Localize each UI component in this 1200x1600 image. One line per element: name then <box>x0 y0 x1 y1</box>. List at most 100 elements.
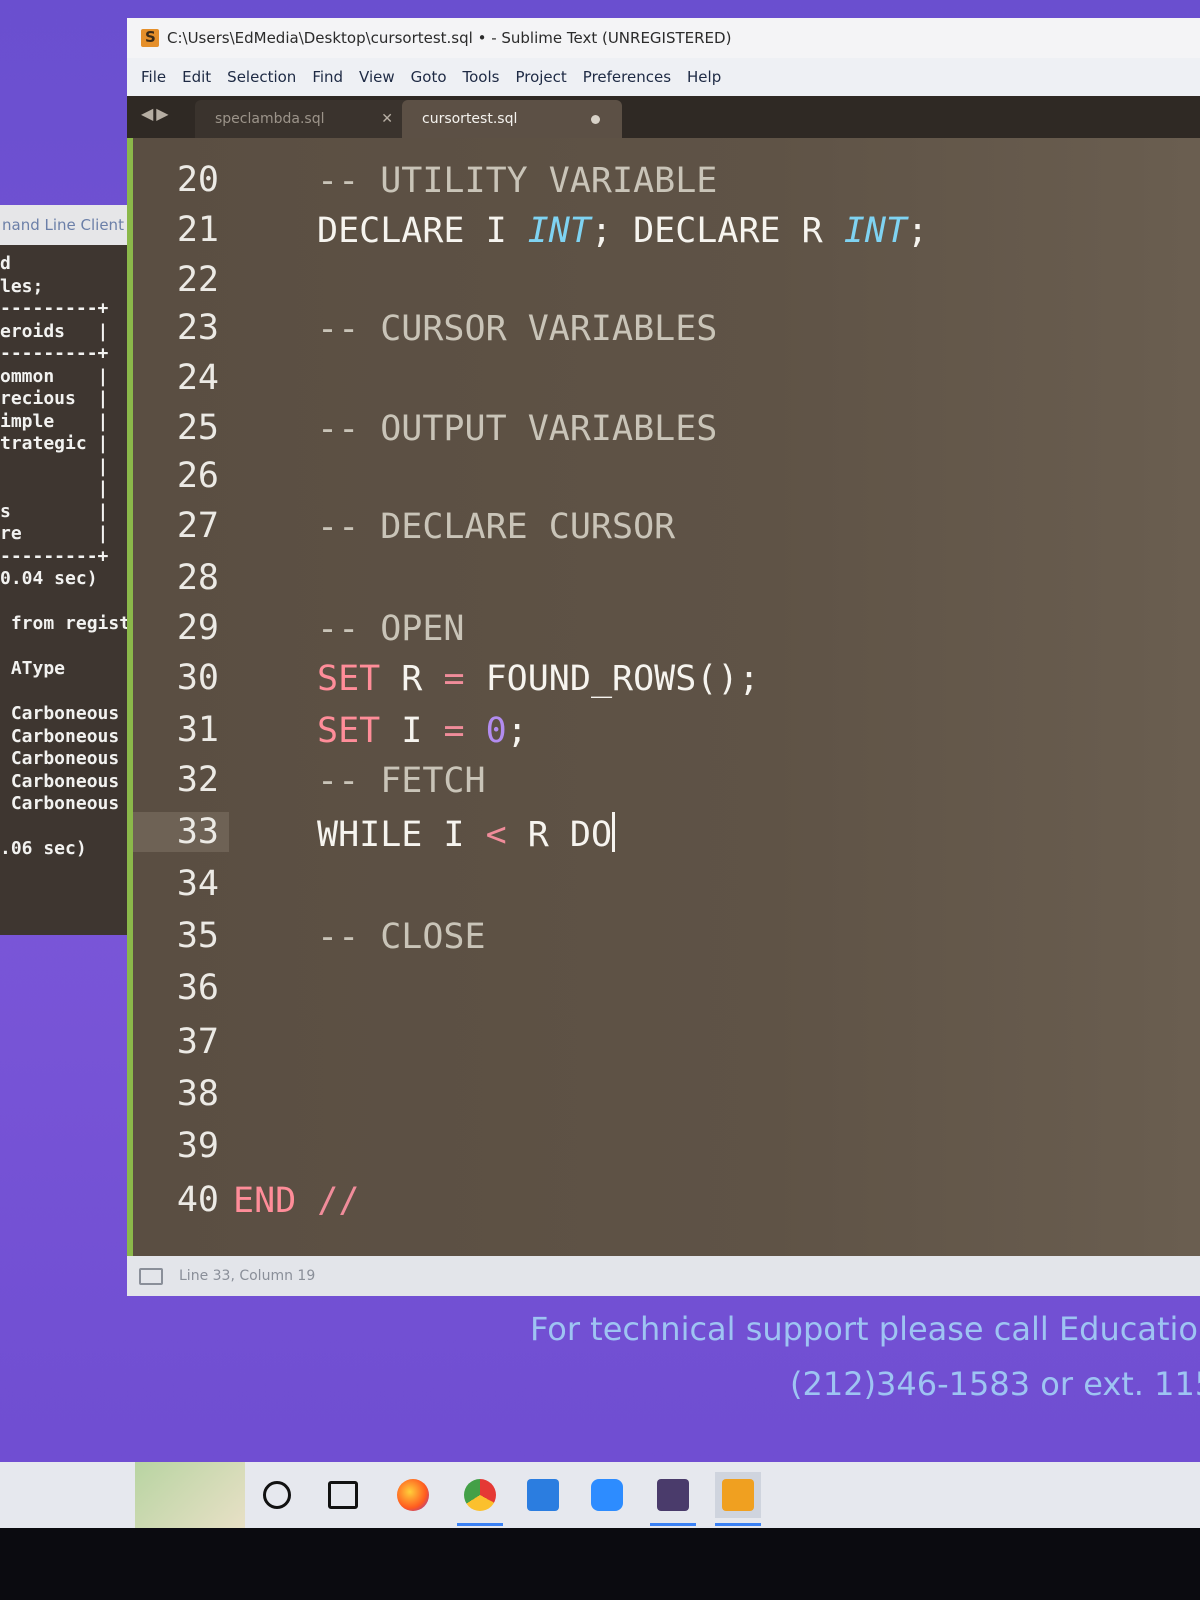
console-line: s | <box>0 500 109 522</box>
line-number: 40 <box>176 1180 219 1220</box>
search-icon[interactable] <box>254 1472 300 1518</box>
code-line-20: -- UTILITY VARIABLE <box>317 160 717 202</box>
start-wallpaper-icon[interactable] <box>135 1462 245 1528</box>
code-token: ; DECLARE R <box>590 211 844 251</box>
console-line: | <box>0 455 109 477</box>
line-number: 39 <box>176 1126 219 1166</box>
keyword-token: END <box>233 1181 297 1221</box>
line-number: 29 <box>176 608 219 648</box>
console-line: Carboneous <box>0 748 120 769</box>
line-number: 32 <box>176 760 219 800</box>
console-output: d les; ---------+ eroids | ---------+ om… <box>0 245 140 861</box>
close-icon[interactable]: ✕ <box>381 111 393 127</box>
text-cursor <box>612 812 616 852</box>
code-line-31: SET I = 0; <box>317 710 528 752</box>
console-line: re | <box>0 523 109 544</box>
active-app-indicator <box>457 1523 503 1526</box>
unsaved-dot-icon[interactable] <box>591 115 600 124</box>
code-line-25: -- OUTPUT VARIABLES <box>317 408 717 450</box>
console-title: nand Line Client <box>0 205 140 245</box>
menu-help[interactable]: Help <box>687 68 721 86</box>
code-line-40: END // <box>233 1180 359 1222</box>
line-number: 28 <box>176 558 219 598</box>
taskbar <box>0 1462 1200 1528</box>
console-line: trategic | <box>0 433 109 454</box>
console-window: nand Line Client d les; ---------+ eroid… <box>0 205 140 935</box>
line-number: 20 <box>176 160 219 200</box>
operator-token: = <box>443 659 465 699</box>
code-line-35: -- CLOSE <box>317 916 486 958</box>
title-bar[interactable]: C:\Users\EdMedia\Desktop\cursortest.sql … <box>127 18 1200 58</box>
code-line-21: DECLARE I INT; DECLARE R INT; <box>317 210 928 252</box>
menu-selection[interactable]: Selection <box>227 68 296 86</box>
console-line: les; <box>0 275 44 297</box>
support-message-line2: (212)346-1583 or ext. 115 <box>790 1365 1200 1403</box>
firefox-icon[interactable] <box>390 1472 436 1518</box>
comment: -- UTILITY VARIABLE <box>317 161 718 201</box>
menu-find[interactable]: Find <box>312 68 343 86</box>
menu-tools[interactable]: Tools <box>463 68 500 86</box>
line-number: 22 <box>176 260 219 300</box>
menu-bar: File Edit Selection Find View Goto Tools… <box>127 58 1200 96</box>
zoom-icon[interactable] <box>584 1472 630 1518</box>
code-token: WHILE I <box>317 815 486 855</box>
code-line-32: -- FETCH <box>317 760 486 802</box>
screen-bottom-edge <box>0 1528 1200 1600</box>
type-token: INT <box>843 211 908 251</box>
tab-cursortest[interactable]: cursortest.sql <box>402 100 622 138</box>
menu-preferences[interactable]: Preferences <box>583 68 671 86</box>
console-line: ommon | <box>0 365 109 387</box>
comment: -- CURSOR VARIABLES <box>317 309 718 349</box>
console-line: 0.04 sec) <box>0 568 98 589</box>
console-line: Carboneous <box>0 703 120 724</box>
menu-edit[interactable]: Edit <box>182 68 211 86</box>
window-title: C:\Users\EdMedia\Desktop\cursortest.sql … <box>167 29 732 47</box>
tab-nav-arrows-icon[interactable]: ◀▶ <box>141 104 172 123</box>
operator-token: = <box>443 711 465 751</box>
line-number: 37 <box>176 1022 219 1062</box>
number-token: 0 <box>485 711 507 751</box>
menu-file[interactable]: File <box>141 68 166 86</box>
code-token: R DO <box>506 815 613 855</box>
code-editor[interactable]: 20 21 22 23 24 25 26 27 28 29 30 31 32 33 34 35 36 37 38 39… <box>127 138 1200 1256</box>
code-token: DECLARE I <box>317 211 528 251</box>
console-toggle-icon[interactable] <box>139 1267 163 1285</box>
code-token: R <box>380 659 444 699</box>
line-number-gutter: 20 21 22 23 24 25 26 27 28 29 30 31 32 33 34 35 36 37 38 39… <box>133 138 229 1256</box>
tab-label: speclambda.sql <box>215 111 325 127</box>
media-app-icon[interactable] <box>650 1472 696 1526</box>
code-line-30: SET R = FOUND_ROWS(); <box>317 658 760 700</box>
code-token: I <box>380 711 444 751</box>
line-number: 26 <box>176 456 219 496</box>
comment: -- OPEN <box>317 609 465 649</box>
console-line: Carboneous <box>0 725 120 747</box>
comment: -- OUTPUT VARIABLES <box>317 409 718 449</box>
code-line-29: -- OPEN <box>317 608 465 650</box>
tab-label: cursortest.sql <box>422 111 518 127</box>
console-line: from registr <box>0 613 140 634</box>
comment: -- DECLARE CURSOR <box>317 507 676 547</box>
console-line: AType <box>0 658 66 679</box>
tab-speclambda[interactable]: speclambda.sql ✕ <box>195 100 415 138</box>
line-number: 33 <box>133 812 229 852</box>
chrome-icon[interactable] <box>457 1472 503 1526</box>
line-number: 21 <box>176 210 219 250</box>
menu-view[interactable]: View <box>359 68 395 86</box>
sublime-text-icon <box>141 28 159 47</box>
sublime-text-icon[interactable] <box>715 1472 761 1526</box>
console-line: Carboneous <box>0 770 120 792</box>
task-view-icon[interactable] <box>320 1472 366 1518</box>
menu-goto[interactable]: Goto <box>411 68 447 86</box>
code-token: FOUND_ROWS(); <box>464 659 760 699</box>
menu-project[interactable]: Project <box>515 68 566 86</box>
line-number: 36 <box>176 968 219 1008</box>
active-app-indicator <box>650 1523 696 1526</box>
console-line: imple | <box>0 410 109 432</box>
active-app-indicator <box>715 1523 761 1526</box>
remote-desktop-icon[interactable] <box>520 1472 566 1518</box>
console-line: ---------+ <box>0 343 109 364</box>
tab-bar: ◀▶ speclambda.sql ✕ cursortest.sql <box>127 96 1200 138</box>
